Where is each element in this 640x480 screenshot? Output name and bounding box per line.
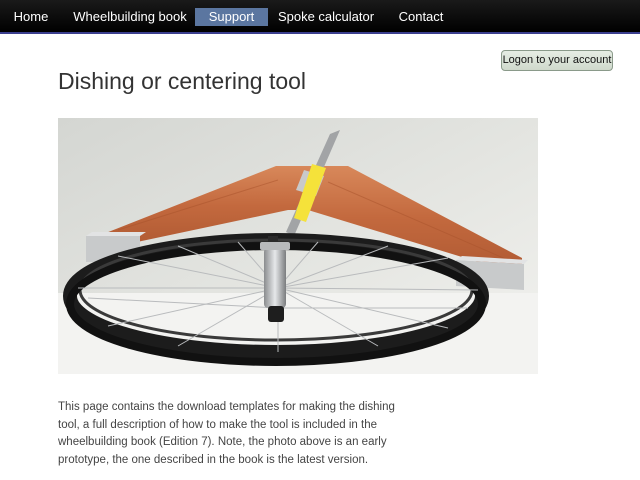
dishing-tool-photo xyxy=(58,118,538,374)
top-navigation-bar: Home Wheelbuilding book Support Spoke ca… xyxy=(0,0,640,34)
page-title: Dishing or centering tool xyxy=(58,68,307,94)
logon-button[interactable]: Logon to your account xyxy=(501,50,613,71)
nav-link-support[interactable]: Support xyxy=(195,8,268,26)
nav-link-home[interactable]: Home xyxy=(0,8,62,26)
nav-link-contact[interactable]: Contact xyxy=(384,8,458,26)
nav-link-wheelbuilding-book[interactable]: Wheelbuilding book xyxy=(64,8,196,26)
nav-link-spoke-calculator[interactable]: Spoke calculator xyxy=(274,8,378,26)
intro-text: This page contains the download template… xyxy=(58,401,395,466)
